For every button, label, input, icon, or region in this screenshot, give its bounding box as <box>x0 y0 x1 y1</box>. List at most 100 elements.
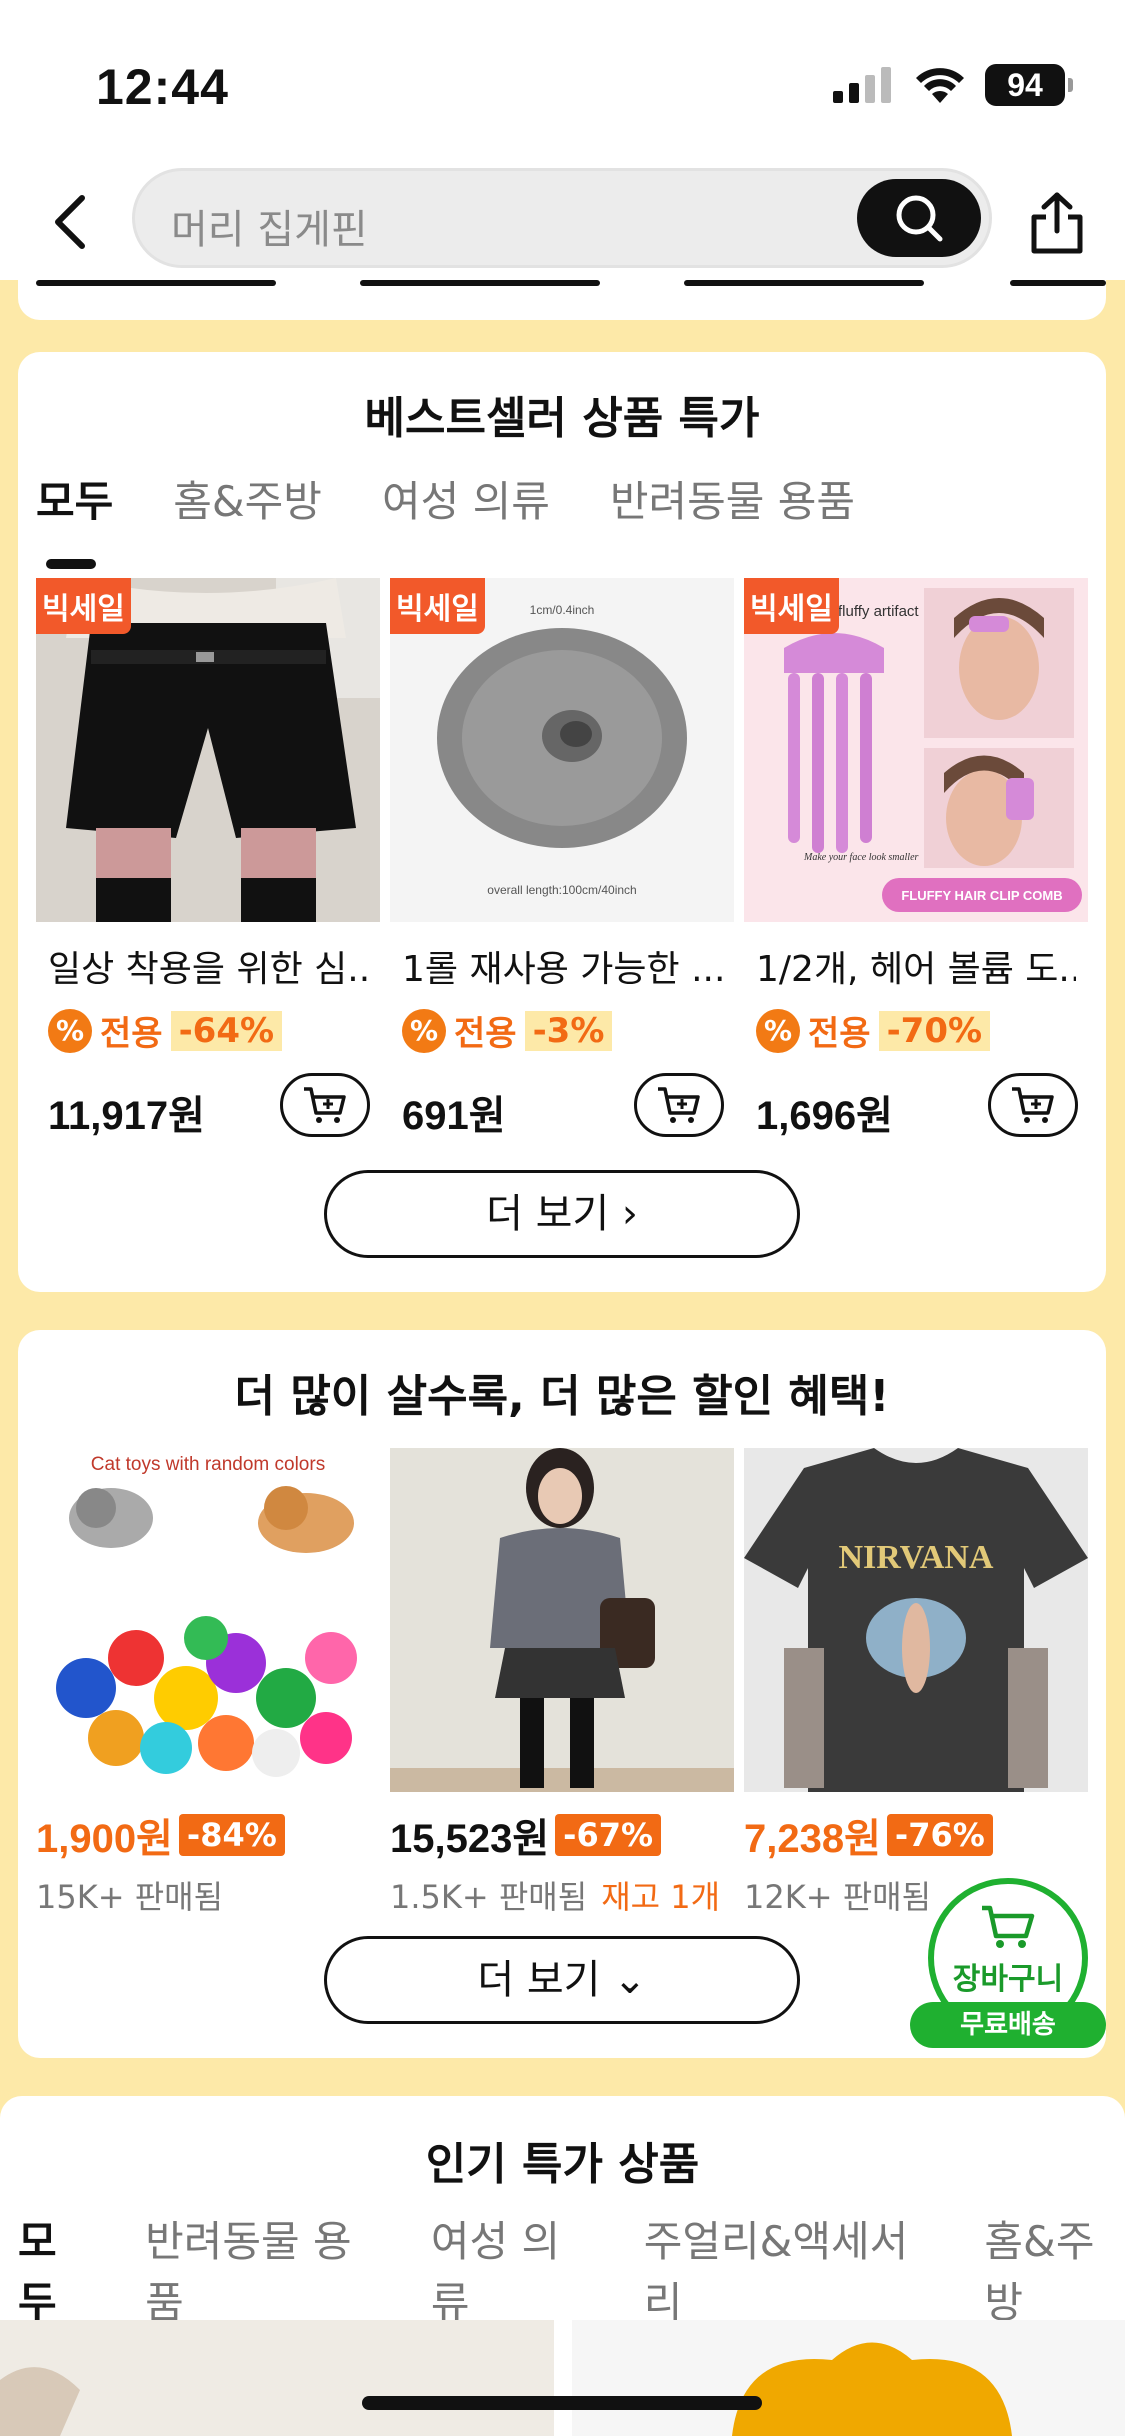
share-icon <box>1031 192 1083 254</box>
previous-section-bottom <box>18 280 1106 320</box>
product-image[interactable]: fluffy artifact Make your face look smal… <box>744 578 1088 922</box>
floating-cart-button[interactable]: 장바구니 무료배송 <box>910 1878 1106 2048</box>
nav-bar: 머리 집게핀 <box>0 160 1125 280</box>
add-to-cart-button[interactable] <box>988 1073 1078 1137</box>
percent-icon: % <box>48 1008 92 1053</box>
tab-pet-supplies[interactable]: 반려동물 용품 <box>610 468 855 529</box>
tab-jewelry-accessories[interactable]: 주얼리&액세서리 <box>644 2208 931 2330</box>
section-title: 인기 특가 상품 <box>425 2139 700 2190</box>
promo-label: 전용 <box>100 1014 163 1054</box>
discount-badge: -67% <box>555 1814 662 1856</box>
add-to-cart-button[interactable] <box>634 1073 724 1137</box>
deal-price: 1,900원 <box>36 1817 173 1861</box>
sold-count: 15K+ 판매됨 <box>36 1878 224 1916</box>
add-to-cart-button[interactable] <box>280 1073 370 1137</box>
percent-icon: % <box>756 1008 800 1053</box>
stock-remaining: 재고 1개 <box>601 1878 721 1916</box>
roll-width-label: 1cm/0.4inch <box>530 603 595 617</box>
tab-home-kitchen[interactable]: 홈&주방 <box>173 468 322 529</box>
status-icons: 94 <box>831 64 1073 106</box>
promo-label: 전용 <box>808 1014 871 1054</box>
price-row: 1,696원 <box>756 1073 1088 1139</box>
category-tabs: 모두 홈&주방 여성 의류 반려동물 용품 <box>36 468 855 569</box>
deal-card[interactable]: 15,523원 -67% 1.5K+ 판매됨 재고 1개 <box>390 1448 734 1918</box>
roll-length-label: overall length:100cm/40inch <box>487 883 636 897</box>
image-caption: Cat toys with random colors <box>91 1454 325 1475</box>
home-indicator[interactable] <box>362 2396 762 2410</box>
deal-image[interactable]: NIRVANA <box>744 1448 1088 1792</box>
signal-icon <box>833 67 891 103</box>
wifi-icon <box>916 68 964 103</box>
share-button[interactable] <box>1025 188 1089 258</box>
product-image[interactable] <box>0 2320 554 2436</box>
image-script-caption: Make your face look smaller <box>803 852 919 863</box>
search-placeholder: 머리 집게핀 <box>171 207 368 253</box>
promo-row: % 전용 -3% <box>402 1006 734 1055</box>
discount-percent: -3% <box>524 1010 613 1051</box>
product-name: 일상 착용을 위한 심... <box>48 949 368 990</box>
see-more-button[interactable]: 더 보기 ⌄ <box>324 1936 800 2024</box>
cart-plus-icon <box>304 1087 346 1123</box>
product-name: 1롤 재사용 가능한 ... <box>402 949 722 990</box>
price-row: 11,917원 <box>48 1073 380 1139</box>
see-more-button[interactable]: 더 보기 › <box>324 1170 800 1258</box>
deal-card[interactable]: Cat toys with random colors 1,900원 -84% … <box>36 1448 380 1918</box>
product-card[interactable]: 빅세일 일상 착용을 위한 심... % 전용 -64% 11,917원 <box>36 578 380 1139</box>
section-title: 더 많이 살수록, 더 많은 할인 혜택! <box>234 1371 890 1422</box>
status-bar: 12:44 94 <box>0 0 1125 160</box>
discount-percent: -64% <box>170 1010 283 1051</box>
cart-label: 장바구니 <box>952 1962 1064 1997</box>
image-banner-text: FLUFFY HAIR CLIP COMB <box>901 888 1062 903</box>
product-name: 1/2개, 헤어 볼륨 도... <box>756 949 1076 990</box>
big-sale-badge: 빅세일 <box>744 578 839 634</box>
product-card[interactable]: fluffy artifact Make your face look smal… <box>744 578 1088 1139</box>
percent-icon: % <box>402 1008 446 1053</box>
status-time: 12:44 <box>96 59 229 115</box>
product-image[interactable] <box>572 2320 1125 2436</box>
tab-pet-supplies[interactable]: 반려동물 용품 <box>145 2208 377 2330</box>
deal-image[interactable] <box>390 1448 734 1792</box>
promo-row: % 전용 -70% <box>756 1006 1088 1055</box>
back-button[interactable] <box>40 182 100 262</box>
tab-all[interactable]: 모두 <box>36 468 113 569</box>
search-icon <box>896 195 943 242</box>
bestseller-section: 베스트셀러 상품 특가 모두 홈&주방 여성 의류 반려동물 용품 빅세일 일상… <box>18 352 1106 1292</box>
cart-plus-icon <box>1012 1087 1054 1123</box>
big-sale-badge: 빅세일 <box>390 578 485 634</box>
product-card[interactable]: 1cm/0.4inch overall length:100cm/40inch … <box>390 578 734 1139</box>
woman-outfit-illustration <box>390 1448 734 1792</box>
promo-row: % 전용 -64% <box>48 1006 380 1055</box>
shirt-print-text: NIRVANA <box>839 1539 994 1576</box>
search-input[interactable]: 머리 집게핀 <box>132 168 992 268</box>
deal-card[interactable]: NIRVANA 7,238원 -76% 12K+ 판매됨 <box>744 1448 1088 1918</box>
promo-label: 전용 <box>454 1014 517 1054</box>
product-price: 691원 <box>402 1094 506 1138</box>
battery-indicator: 94 <box>985 64 1073 106</box>
deal-price-row: 7,238원 -76% <box>744 1806 1088 1864</box>
cat-toys-illustration: Cat toys with random colors <box>36 1448 380 1792</box>
product-price: 1,696원 <box>756 1094 893 1138</box>
deal-image[interactable]: Cat toys with random colors <box>36 1448 380 1792</box>
product-image[interactable]: 1cm/0.4inch overall length:100cm/40inch … <box>390 578 734 922</box>
deal-price: 15,523원 <box>390 1817 550 1861</box>
discount-percent: -70% <box>878 1010 991 1051</box>
tab-home-kitchen[interactable]: 홈&주방 <box>984 2208 1125 2330</box>
deal-price-row: 1,900원 -84% <box>36 1806 380 1864</box>
deal-price: 7,238원 <box>744 1817 881 1861</box>
tab-all[interactable]: 모두 <box>18 2208 91 2370</box>
sold-count: 1.5K+ 판매됨 재고 1개 <box>390 1878 721 1916</box>
popular-deals-section: 인기 특가 상품 모두 반려동물 용품 여성 의류 주얼리&액세서리 홈&주방 <box>0 2096 1125 2436</box>
search-button[interactable] <box>857 179 981 257</box>
image-caption: fluffy artifact <box>838 603 919 620</box>
deal-price-row: 15,523원 -67% <box>390 1806 734 1864</box>
free-shipping-label: 무료배송 <box>910 2002 1106 2048</box>
tab-womens-clothing[interactable]: 여성 의류 <box>431 2208 590 2330</box>
product-image[interactable]: 빅세일 <box>36 578 380 922</box>
price-row: 691원 <box>402 1073 734 1139</box>
discount-badge: -76% <box>886 1814 993 1856</box>
chevron-left-icon <box>55 195 85 249</box>
tab-womens-clothing[interactable]: 여성 의류 <box>382 468 550 529</box>
section-title: 베스트셀러 상품 특가 <box>364 393 760 444</box>
discount-badge: -84% <box>178 1814 285 1856</box>
cart-plus-icon <box>658 1087 700 1123</box>
